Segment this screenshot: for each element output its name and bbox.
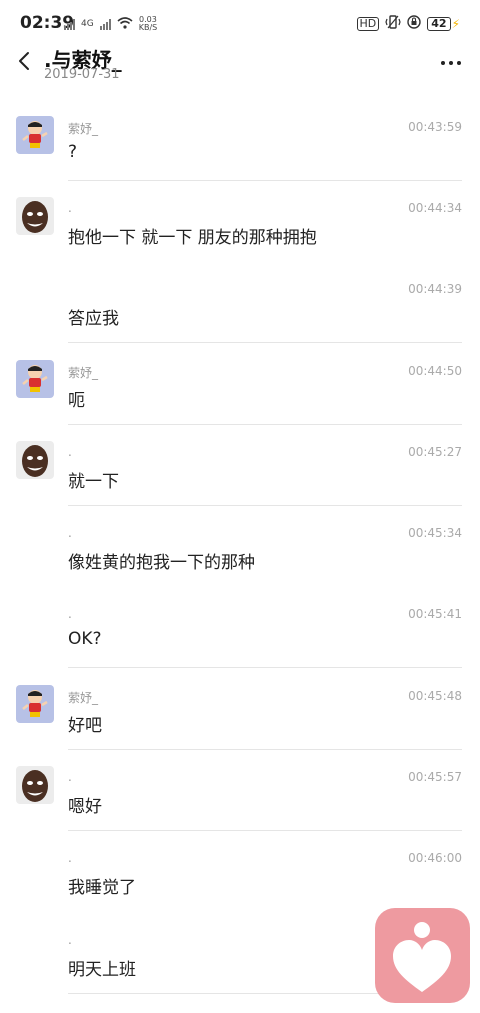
avatar-shinchan[interactable]: [16, 685, 54, 723]
message-text: 我睡觉了: [68, 878, 136, 898]
message-time: 00:45:48: [408, 689, 462, 703]
heart-icon: [393, 922, 451, 992]
status-left-icons: 4G 0.03 KB/S: [64, 14, 157, 33]
sender-name: .: [68, 607, 72, 621]
message-time: 00:46:00: [408, 851, 462, 865]
rotation-lock-icon: [407, 14, 421, 33]
sender-name: .: [68, 201, 72, 215]
message-time: 00:45:27: [408, 445, 462, 459]
avatar-friend[interactable]: [16, 441, 54, 479]
divider: [68, 667, 462, 668]
signal-icon-2: [99, 18, 111, 30]
back-button[interactable]: [14, 50, 36, 72]
message-text: 像姓黄的抱我一下的那种: [68, 553, 255, 573]
more-icon: [441, 61, 461, 65]
sender-name: 萦妤_: [68, 122, 99, 136]
net-type-label: 4G: [81, 18, 94, 29]
avatar-shinchan[interactable]: [16, 116, 54, 154]
status-right-icons: HD 42 ⚡: [356, 14, 460, 33]
divider: [68, 749, 462, 750]
message-text: 好吧: [68, 716, 102, 736]
message-time: 00:44:34: [408, 201, 462, 215]
sender-name: .: [68, 445, 72, 459]
sender-name: .: [68, 770, 72, 784]
sender-name: 萦妤_: [68, 366, 99, 380]
hd-icon: HD: [356, 16, 380, 31]
message-text: 就一下: [68, 472, 119, 492]
signal-icon: [64, 18, 75, 30]
sender-name: .: [68, 526, 72, 540]
avatar-partial: [16, 1008, 54, 1013]
message-text: 嗯好: [68, 797, 102, 817]
divider: [68, 342, 462, 343]
vibrate-icon: [385, 14, 401, 33]
battery-icon: 42 ⚡: [427, 16, 460, 31]
divider: [68, 830, 462, 831]
floating-heart-button[interactable]: [375, 908, 470, 1003]
chat-date: 2019-07-31: [44, 67, 120, 82]
net-speed: 0.03 KB/S: [138, 15, 158, 32]
message-time: 00:45:57: [408, 770, 462, 784]
chat-header: .与萦妤_ 2019-07-31: [0, 44, 480, 90]
wifi-icon: [117, 14, 133, 33]
divider: [68, 505, 462, 506]
message-time: 00:45:34: [408, 526, 462, 540]
back-arrow-icon: [19, 52, 29, 70]
net-speed-unit: KB/S: [138, 22, 158, 32]
message-time: 00:44:50: [408, 364, 462, 378]
message-time: 00:44:39: [408, 282, 462, 296]
message-text: 呃: [68, 391, 85, 411]
divider: [68, 424, 462, 425]
message-time: 00:43:59: [408, 120, 462, 134]
status-bar: 02:39 4G 0.03 KB/S HD 42 ⚡: [0, 0, 480, 44]
message-text: 抱他一下 就一下 朋友的那种拥抱: [68, 228, 317, 248]
message-text: ?: [68, 142, 78, 162]
message-text: 答应我: [68, 309, 119, 329]
message-text: 明天上班: [68, 960, 136, 980]
sender-name: .: [68, 933, 72, 947]
avatar-friend[interactable]: [16, 197, 54, 235]
message-time: 00:45:41: [408, 607, 462, 621]
more-options-button[interactable]: [440, 48, 462, 73]
avatar-friend[interactable]: [16, 766, 54, 804]
sender-name: .: [68, 851, 72, 865]
charging-icon: ⚡: [451, 16, 460, 31]
divider: [68, 180, 462, 181]
message-text: OK?: [68, 629, 102, 649]
battery-level: 42: [427, 16, 451, 31]
sender-name: 萦妤_: [68, 691, 99, 705]
avatar-shinchan[interactable]: [16, 360, 54, 398]
